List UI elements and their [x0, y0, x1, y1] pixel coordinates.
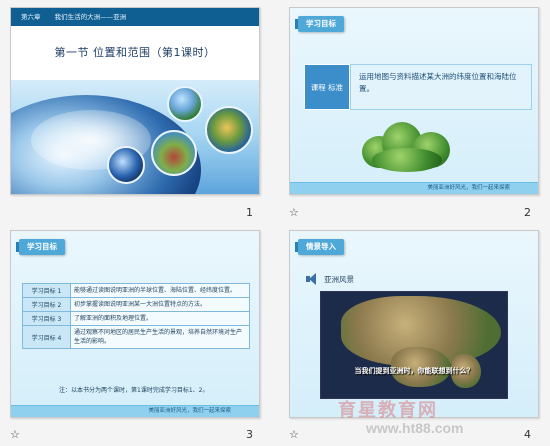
- slide-title: 第一节 位置和范围（第1课时）: [54, 46, 216, 59]
- slide-thumbnail-4[interactable]: 情景导入 亚洲风景 当我们提到亚洲时，你能联想到什么？: [289, 230, 539, 418]
- section-tag: 情景导入: [295, 239, 344, 255]
- learning-goals-table: 学习目标 1 能够通过读图说明亚洲的半球位置、海陆位置、经纬度位置。 学习目标 …: [22, 283, 250, 349]
- world-map-orb-image: [205, 106, 253, 154]
- chapter-label: 第六章: [21, 13, 41, 21]
- section-tag: 学习目标: [16, 239, 65, 255]
- goal-text: 通过观察不同地区的居民生产生活的景观，培养自然环境对生产生活的影响。: [70, 325, 250, 349]
- map-caption: 当我们提到亚洲时，你能联想到什么？: [354, 367, 474, 375]
- slide-footer: 美丽亚洲好风光，我们一起来探索: [290, 183, 538, 194]
- slide-number: 2: [524, 206, 531, 219]
- slide-number: 3: [246, 428, 253, 441]
- slide-number: 1: [246, 206, 253, 219]
- planet-orb-image: [107, 146, 145, 184]
- table-row: 学习目标 1 能够通过读图说明亚洲的半球位置、海陆位置、经纬度位置。: [22, 283, 250, 298]
- goal-text: 能够通过读图说明亚洲的半球位置、海陆位置、经纬度位置。: [70, 283, 250, 298]
- goal-text: 了解亚洲的面积及地理位置。: [70, 311, 250, 326]
- goal-label: 学习目标 4: [22, 325, 71, 349]
- tree-image: [356, 118, 456, 172]
- watermark-text: 育星教育网: [338, 400, 438, 421]
- transition-star-icon: ☆: [289, 428, 299, 441]
- slide-footer: 美丽亚洲好风光，我们一起来探索: [11, 406, 259, 417]
- chapter-title: 我们生活的大洲——亚洲: [54, 13, 127, 21]
- curriculum-standard-box: 课程 标准 运用地图与资料描述某大洲的纬度位置和海陆位置。: [304, 64, 532, 110]
- slide-header-bar: 第六章 我们生活的大洲——亚洲: [11, 8, 259, 26]
- slide-thumbnail-1[interactable]: 第六章 我们生活的大洲——亚洲 第一节 位置和范围（第1课时）: [10, 7, 260, 195]
- goal-text: 初步掌握读图说明亚洲某一大洲位置特点的方法。: [70, 297, 250, 312]
- subtitle-text: 亚洲风景: [324, 274, 354, 284]
- slide-thumbnail-2[interactable]: 学习目标 课程 标准 运用地图与资料描述某大洲的纬度位置和海陆位置。 美丽亚洲好…: [289, 7, 539, 195]
- landscape-orb-image: [167, 86, 203, 122]
- section-tag: 学习目标: [295, 16, 344, 32]
- village-orb-image: [151, 130, 197, 176]
- watermark-url: www.ht88.com: [366, 420, 464, 436]
- table-row: 学习目标 4 通过观察不同地区的居民生产生活的景观，培养自然环境对生产生活的影响…: [22, 325, 250, 349]
- transition-star-icon: ☆: [10, 428, 20, 441]
- transition-star-icon: ☆: [289, 206, 299, 219]
- goal-label: 学习目标 3: [22, 311, 71, 326]
- goal-label: 学习目标 1: [22, 283, 71, 298]
- standard-label: 课程 标准: [304, 64, 350, 110]
- slide-thumbnail-3[interactable]: 学习目标 学习目标 1 能够通过读图说明亚洲的半球位置、海陆位置、经纬度位置。 …: [10, 230, 260, 418]
- standard-text: 运用地图与资料描述某大洲的纬度位置和海陆位置。: [350, 64, 532, 110]
- goal-label: 学习目标 2: [22, 297, 71, 312]
- subtitle: 亚洲风景: [306, 273, 354, 285]
- table-row: 学习目标 2 初步掌握读图说明亚洲某一大洲位置特点的方法。: [22, 297, 250, 312]
- slide-number: 4: [524, 428, 531, 441]
- asia-satellite-map-image: 当我们提到亚洲时，你能联想到什么？: [320, 291, 508, 399]
- footnote: 注：以本书分为两个课时，第1课时完成学习目标1、2。: [59, 387, 209, 394]
- table-row: 学习目标 3 了解亚洲的面积及地理位置。: [22, 311, 250, 326]
- speaker-icon: [306, 273, 320, 285]
